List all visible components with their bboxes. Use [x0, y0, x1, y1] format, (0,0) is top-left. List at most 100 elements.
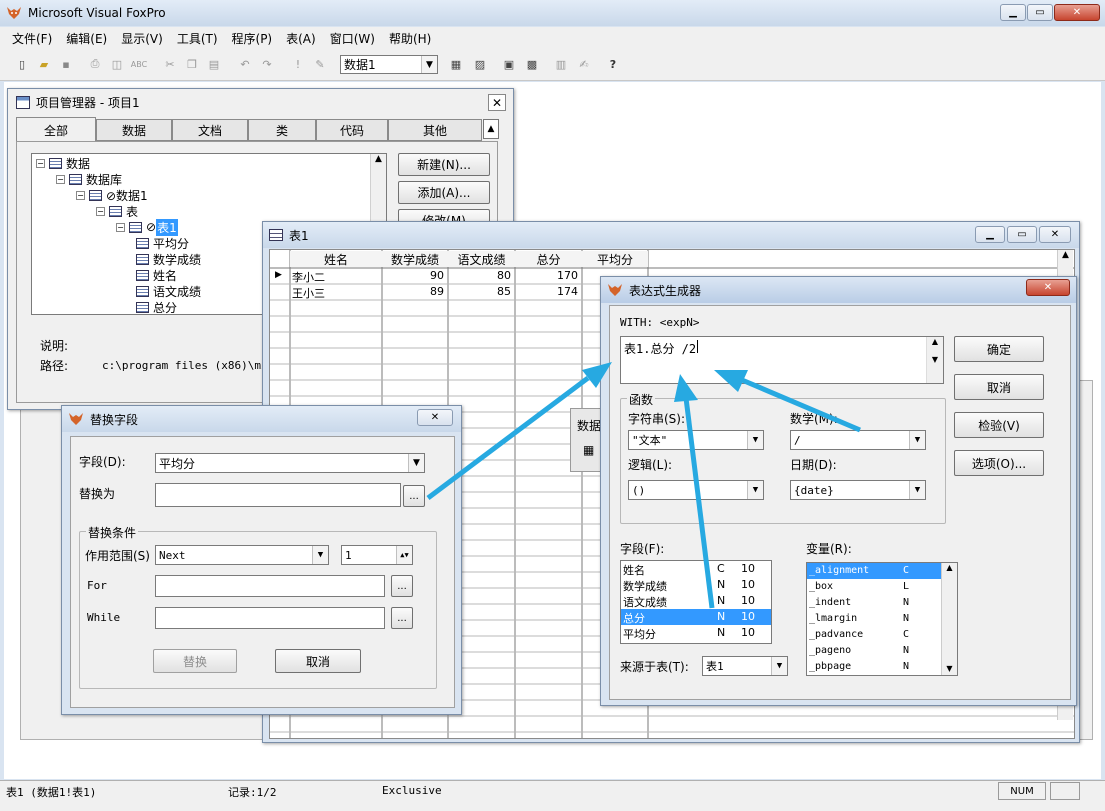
var-list-row[interactable]: _box L — [807, 579, 941, 595]
field-list-row[interactable]: 语文成绩 N 10 — [621, 593, 771, 609]
date-combo[interactable]: {date} ▼ — [790, 480, 926, 500]
project-titlebar[interactable]: 项目管理器 - 项目1 — [8, 89, 513, 115]
var-list-row[interactable]: _padvance C — [807, 627, 941, 643]
project-tab[interactable]: 代码 — [316, 119, 388, 141]
replace-with-browse-button[interactable]: ... — [403, 485, 425, 507]
math-combo[interactable]: / ▼ — [790, 430, 926, 450]
tree-node[interactable]: 平均分 — [136, 235, 189, 251]
grid-column-header[interactable]: 数学成绩 — [382, 251, 448, 267]
tree-selected-label[interactable]: 表1 — [156, 218, 178, 236]
app-titlebar[interactable]: Microsoft Visual FoxPro — [0, 0, 1105, 26]
field-list-row[interactable]: 平均分 N 10 — [621, 625, 771, 641]
grid-cell[interactable]: 80 — [450, 269, 511, 284]
menu-item[interactable]: 窗口(W) — [330, 30, 375, 46]
project-tab-scroll[interactable]: ▲ — [483, 119, 499, 139]
project-close-button[interactable]: ✕ — [488, 94, 506, 111]
chevron-down-icon[interactable]: ▼ — [421, 56, 437, 73]
replace-close-button[interactable]: ✕ — [417, 409, 453, 426]
scope-count-spinner[interactable]: 1 ▲▼ — [341, 545, 413, 565]
tree-node[interactable]: 总分 — [136, 299, 177, 314]
tree-node[interactable]: − 数据 — [36, 155, 90, 171]
app-minimize-button[interactable]: ▁ — [1000, 4, 1026, 21]
vars-list[interactable]: _alignment C _box L _indent N _lmargin N _padvan… — [806, 562, 958, 676]
report-designer-icon[interactable]: ▩ — [522, 54, 542, 74]
grid-column-header[interactable]: 平均分 — [582, 251, 648, 267]
replace-cancel-button[interactable]: 取消 — [275, 649, 361, 673]
grid-cell[interactable]: 89 — [384, 285, 444, 300]
from-table-combo[interactable]: 表1 ▼ — [702, 656, 788, 676]
tree-node[interactable]: − 数据库 — [56, 171, 122, 187]
print-icon[interactable]: ⎙ — [85, 54, 105, 74]
tree-node[interactable]: 语文成绩 — [136, 283, 201, 299]
grid-cell[interactable]: 90 — [384, 269, 444, 284]
modify-form-icon[interactable]: ✎ — [310, 54, 330, 74]
menu-item[interactable]: 显示(V) — [121, 30, 163, 46]
expr-titlebar[interactable]: 表达式生成器 — [601, 277, 1076, 303]
grid-cell[interactable]: 85 — [450, 285, 511, 300]
menu-item[interactable]: 帮助(H) — [389, 30, 431, 46]
tree-node[interactable]: 姓名 — [136, 267, 177, 283]
grid-cell[interactable]: 170 — [517, 269, 578, 284]
chevron-down-icon[interactable]: ▼ — [312, 546, 328, 564]
menu-item[interactable]: 编辑(E) — [66, 30, 107, 46]
chevron-down-icon[interactable]: ▼ — [771, 657, 787, 675]
app-close-button[interactable]: ✕ — [1054, 4, 1100, 21]
while-input[interactable] — [155, 607, 385, 629]
replace-with-input[interactable] — [155, 483, 401, 507]
grid-cell[interactable]: 李小二 — [292, 269, 378, 284]
project-tab[interactable]: 数据 — [96, 119, 172, 141]
tree-node[interactable]: 数学成绩 — [136, 251, 201, 267]
browse-scroll-up-icon[interactable]: ▲ — [1058, 250, 1073, 266]
copy-icon[interactable]: ❐ — [182, 54, 202, 74]
chevron-down-icon[interactable]: ▼ — [747, 431, 763, 449]
view-window-icon[interactable]: ▨ — [470, 54, 490, 74]
grid-column-header[interactable]: 总分 — [515, 251, 582, 267]
project-tab[interactable]: 其他 — [388, 119, 482, 141]
var-list-row[interactable]: _pageno N — [807, 643, 941, 659]
grid-cell[interactable]: 174 — [517, 285, 578, 300]
expr-button[interactable]: 检验(V) — [954, 412, 1044, 438]
tree-node[interactable]: − ⊘数据1 — [76, 187, 148, 203]
while-browse-button[interactable]: ... — [391, 607, 413, 629]
redo-icon[interactable]: ↷ — [257, 54, 277, 74]
menu-item[interactable]: 文件(F) — [12, 30, 52, 46]
tree-node[interactable]: − ⊘ 表1 — [116, 218, 178, 236]
help-icon[interactable]: ? — [603, 54, 623, 74]
var-list-row[interactable]: _alignment C — [807, 563, 941, 579]
grid-cell[interactable]: 王小三 — [292, 285, 378, 300]
spinner-arrows-icon[interactable]: ▲▼ — [396, 546, 412, 564]
vars-scrollbar[interactable]: ▲ ▼ — [941, 563, 957, 675]
menu-item[interactable]: 程序(P) — [232, 30, 273, 46]
database-designer-icon[interactable]: ▣ — [499, 54, 519, 74]
grid-column-header[interactable]: 姓名 — [290, 251, 382, 267]
expr-button[interactable]: 选项(O)... — [954, 450, 1044, 476]
project-button[interactable]: 新建(N)... — [398, 153, 490, 176]
browse-maximize-button[interactable]: ▭ — [1007, 226, 1037, 243]
expr-close-button[interactable]: ✕ — [1026, 279, 1070, 296]
for-browse-button[interactable]: ... — [391, 575, 413, 597]
spelling-icon[interactable]: ABC — [129, 54, 149, 74]
save-icon[interactable]: ▪ — [56, 54, 76, 74]
undo-icon[interactable]: ↶ — [235, 54, 255, 74]
project-tab[interactable]: 文档 — [172, 119, 248, 141]
field-list-row[interactable]: 姓名 C 10 — [621, 561, 771, 577]
project-button[interactable]: 添加(A)... — [398, 181, 490, 204]
collapse-icon[interactable]: − — [36, 158, 45, 168]
chevron-down-icon[interactable]: ▼ — [747, 481, 763, 499]
chevron-down-icon[interactable]: ▼ — [408, 454, 424, 472]
collapse-icon[interactable]: − — [96, 206, 105, 216]
browse-minimize-button[interactable]: ▁ — [975, 226, 1005, 243]
collapse-icon[interactable]: − — [56, 174, 65, 184]
browse-close-button[interactable]: ✕ — [1039, 226, 1071, 243]
expression-input[interactable]: 表1.总分 /2 — [620, 336, 944, 384]
scope-combo[interactable]: Next ▼ — [155, 545, 329, 565]
var-list-row[interactable]: _lmargin N — [807, 611, 941, 627]
logic-combo[interactable]: () ▼ — [628, 480, 764, 500]
tree-node[interactable]: − 表 — [96, 203, 138, 219]
run-icon[interactable]: ! — [288, 54, 308, 74]
menu-item[interactable]: 工具(T) — [177, 30, 218, 46]
string-combo[interactable]: "文本" ▼ — [628, 430, 764, 450]
expression-scrollbar[interactable]: ▲ ▼ — [926, 337, 943, 383]
var-list-row[interactable]: _pbpage N — [807, 659, 941, 675]
project-tab[interactable]: 全部 — [16, 117, 96, 142]
